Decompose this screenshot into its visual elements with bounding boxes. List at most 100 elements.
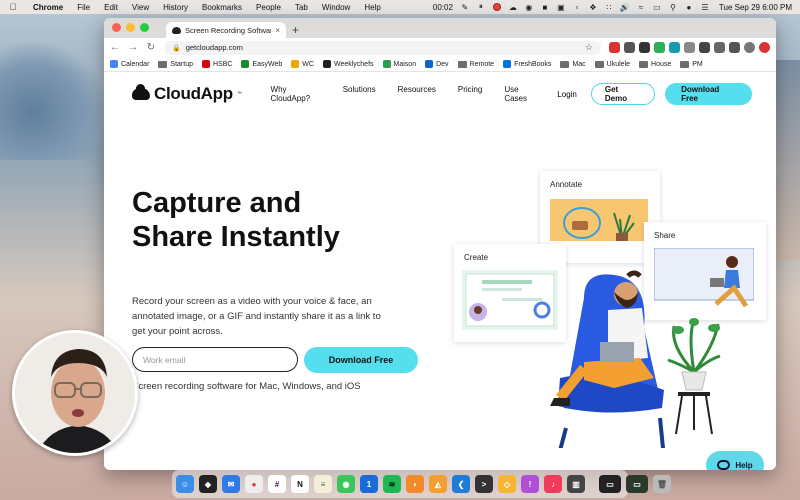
extension-icon-1[interactable] (609, 42, 620, 53)
spotlight-icon[interactable]: ⚲ (665, 2, 681, 12)
apple-icon[interactable]:  (0, 2, 26, 12)
clipboard-icon[interactable]: ▣ (553, 2, 569, 12)
bookmark-house[interactable]: House (639, 60, 671, 68)
update-icon[interactable] (759, 42, 770, 53)
download-free-button[interactable]: Download Free (304, 347, 418, 373)
chrome-icon[interactable]: ● (245, 475, 263, 493)
bookmark-pm[interactable]: PM (680, 60, 703, 68)
pen-icon[interactable]: ✎ (457, 2, 473, 12)
bookmark-weeklychefs[interactable]: Weeklychefs (322, 60, 374, 68)
spotify-icon[interactable]: ≋ (383, 475, 401, 493)
recording-timer[interactable]: 00:02 (429, 3, 457, 12)
bookmark-wc[interactable]: WC (291, 60, 314, 68)
reload-icon[interactable]: ↻ (146, 42, 156, 53)
bluetooth-icon[interactable]: ∷ (601, 2, 617, 12)
puzzle-icon[interactable] (729, 42, 740, 53)
new-tab-button[interactable]: + (292, 23, 299, 37)
zoom-window-button[interactable] (140, 23, 149, 32)
help-chat-button[interactable]: Help (706, 451, 764, 470)
nav-resources[interactable]: Resources (387, 85, 447, 103)
menubar-clock[interactable]: Tue Sep 29 6:00 PM (713, 3, 800, 12)
slack-icon[interactable]: # (268, 475, 286, 493)
screen-icon[interactable]: ▫ (569, 2, 585, 12)
minimize-window-button[interactable] (126, 23, 135, 32)
browser-tab[interactable]: Screen Recording Software for × (166, 22, 286, 38)
cloudapp-logo[interactable]: CloudApp ™ (132, 84, 242, 104)
address-bar[interactable]: 🔒 getcloudapp.com ☆ (164, 40, 601, 55)
menu-view[interactable]: View (125, 3, 156, 12)
record-stop-icon[interactable] (489, 2, 505, 12)
nav-pricing[interactable]: Pricing (447, 85, 493, 103)
menu-people[interactable]: People (249, 3, 288, 12)
extension-icon-8[interactable] (714, 42, 725, 53)
extension-icon-6[interactable] (684, 42, 695, 53)
volume-icon[interactable]: 🔊 (617, 2, 633, 12)
menu-window[interactable]: Window (315, 3, 357, 12)
menu-tab[interactable]: Tab (288, 3, 315, 12)
transmit-icon[interactable]: ◗ (406, 475, 424, 493)
1password-icon[interactable]: 1 (360, 475, 378, 493)
menu-edit[interactable]: Edit (97, 3, 125, 12)
bookmark-ukulele[interactable]: Ukulele (594, 60, 630, 68)
minimized-window-2[interactable]: ▭ (626, 475, 648, 493)
work-email-input[interactable]: Work email (132, 347, 298, 372)
menu-help[interactable]: Help (357, 3, 387, 12)
vscode-icon[interactable]: ❮ (452, 475, 470, 493)
bookmark-remote[interactable]: Remote (457, 60, 494, 68)
bookmark-maison[interactable]: Maison (382, 60, 416, 68)
launchpad-icon[interactable]: ◆ (199, 475, 217, 493)
mail-icon[interactable]: ✉ (222, 475, 240, 493)
bookmark-easyweb[interactable]: EasyWeb (241, 60, 282, 68)
menu-app-name[interactable]: Chrome (26, 3, 70, 12)
menu-history[interactable]: History (156, 3, 195, 12)
extension-icon-7[interactable] (699, 42, 710, 53)
extension-icon-3[interactable] (639, 42, 650, 53)
bookmark-calendar[interactable]: Calendar (110, 60, 149, 68)
forward-arrow-icon[interactable]: → (128, 42, 138, 53)
get-demo-button[interactable]: Get Demo (590, 83, 656, 105)
login-link[interactable]: Login (557, 90, 577, 99)
extension-icon-2[interactable] (624, 42, 635, 53)
nav-why-cloudapp[interactable]: Why CloudApp? (260, 85, 332, 103)
user-icon[interactable]: ● (681, 2, 697, 12)
extension-icon-5[interactable] (669, 42, 680, 53)
bookmark-star-icon[interactable]: ☆ (585, 42, 593, 53)
status-icon-1[interactable]: ◉ (521, 2, 537, 12)
wifi-icon[interactable]: ≈ (633, 2, 649, 12)
sketch-icon[interactable]: ◇ (498, 475, 516, 493)
download-free-header-button[interactable]: Download Free (665, 83, 752, 105)
grammarly-icon[interactable] (654, 42, 665, 53)
control-center-icon[interactable]: ☰ (697, 2, 713, 12)
profile-avatar[interactable] (744, 42, 755, 53)
finder-icon[interactable]: ☺ (176, 475, 194, 493)
pause-icon[interactable]: ⏸ (473, 2, 489, 12)
bookmark-hsbc[interactable]: HSBC (202, 60, 232, 68)
bookmark-startup[interactable]: Startup (158, 60, 193, 68)
bookmark-mac[interactable]: Mac (560, 60, 586, 68)
status-icon-2[interactable]: ■ (537, 2, 553, 12)
music-icon[interactable]: ♪ (544, 475, 562, 493)
nav-use-cases[interactable]: Use Cases (493, 85, 549, 103)
notion-icon[interactable]: N (291, 475, 309, 493)
cloud-icon[interactable]: ☁ (505, 2, 521, 12)
dropbox-icon[interactable]: ❖ (585, 2, 601, 12)
close-window-button[interactable] (112, 23, 121, 32)
notes-icon[interactable]: ≡ (314, 475, 332, 493)
bookmark-dev[interactable]: Dev (425, 60, 449, 68)
podcasts-icon[interactable]: ! (521, 475, 539, 493)
bookmark-label: PM (692, 60, 703, 68)
nav-solutions[interactable]: Solutions (332, 85, 387, 103)
activity-monitor-icon[interactable]: ▥ (567, 475, 585, 493)
menu-bookmarks[interactable]: Bookmarks (195, 3, 249, 12)
webcam-bubble[interactable] (12, 330, 138, 456)
bookmark-freshbooks[interactable]: FreshBooks (503, 60, 551, 68)
messages-icon[interactable]: ◉ (337, 475, 355, 493)
tab-close-icon[interactable]: × (275, 26, 280, 35)
sequel-icon[interactable]: ◭ (429, 475, 447, 493)
terminal-icon[interactable]: > (475, 475, 493, 493)
trash-icon[interactable]: 🗑 (653, 475, 671, 493)
battery-icon[interactable]: ▭ (649, 2, 665, 12)
back-arrow-icon[interactable]: ← (110, 42, 120, 53)
menu-file[interactable]: File (70, 3, 97, 12)
minimized-window-1[interactable]: ▭ (599, 475, 621, 493)
